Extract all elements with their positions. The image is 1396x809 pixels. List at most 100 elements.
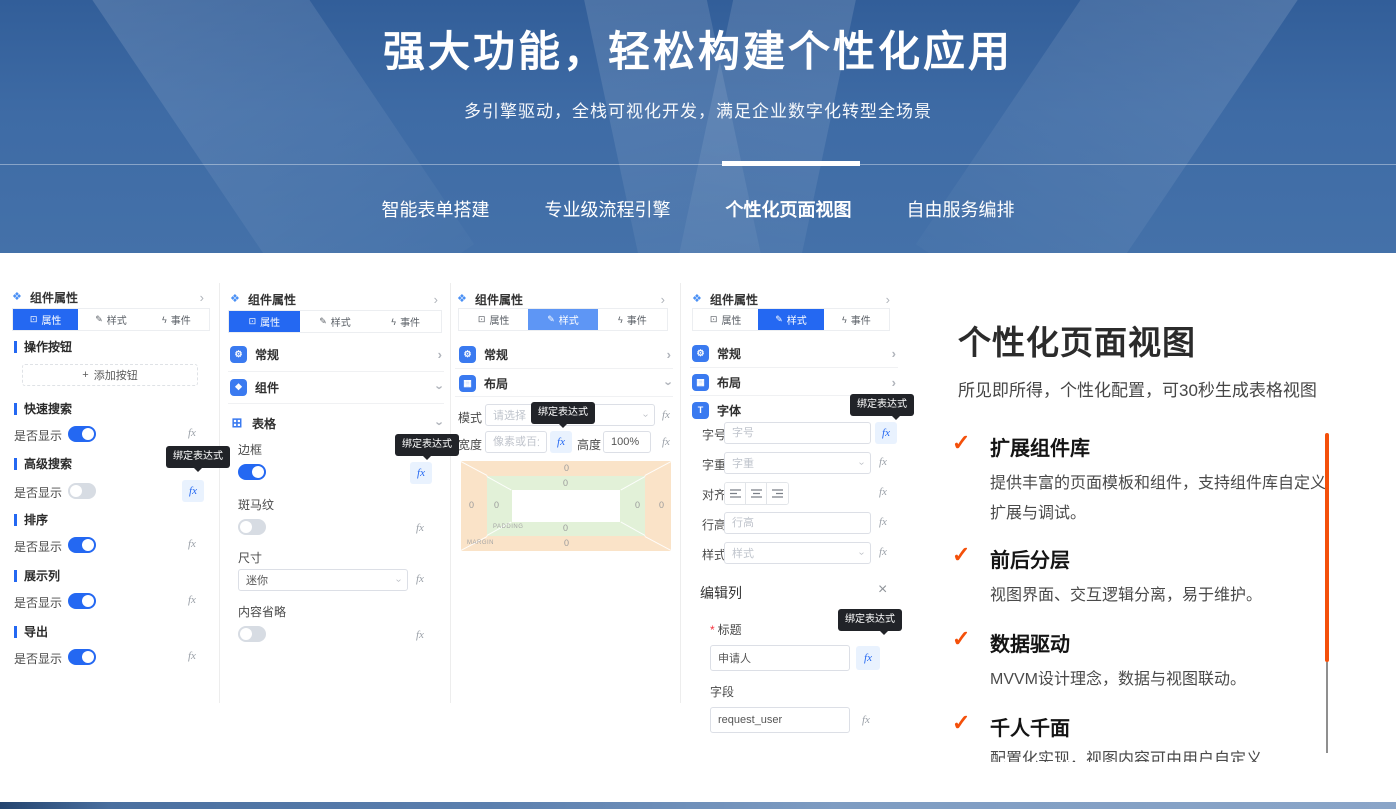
key-value-input[interactable] bbox=[710, 707, 850, 733]
panel-header: ❖ 组件属性 › bbox=[455, 291, 673, 307]
panel-title: 组件属性 bbox=[248, 291, 296, 308]
width-input[interactable] bbox=[485, 431, 547, 453]
fx-binding-button-active[interactable]: fx bbox=[875, 422, 897, 444]
check-icon: ✓ bbox=[952, 710, 970, 736]
section-general[interactable]: ⚙ 常规 › bbox=[459, 345, 671, 363]
font-size-input[interactable] bbox=[724, 422, 871, 444]
fx-binding-button-active[interactable]: fx bbox=[550, 431, 572, 453]
font-weight-select[interactable]: 字重 › bbox=[724, 452, 871, 474]
tab-smart-form[interactable]: 智能表单搭建 bbox=[382, 196, 490, 222]
fx-binding-icon[interactable]: fx bbox=[879, 516, 887, 528]
section-layout[interactable]: ▦ 布局 › bbox=[459, 374, 671, 392]
tab-event[interactable]: ϟ事件 bbox=[144, 309, 209, 330]
panel-title: 组件属性 bbox=[475, 291, 523, 308]
feature-title: 千人千面 bbox=[990, 712, 1327, 741]
fx-binding-button-active[interactable]: fx bbox=[182, 480, 204, 502]
fx-binding-icon[interactable]: fx bbox=[188, 650, 196, 662]
fx-binding-icon[interactable]: fx bbox=[416, 629, 424, 641]
component-icon: ❖ bbox=[457, 292, 467, 305]
section-general[interactable]: ⚙ 常规 › bbox=[692, 344, 896, 362]
fx-binding-icon[interactable]: fx bbox=[188, 594, 196, 606]
required-asterisk: * bbox=[710, 623, 715, 637]
chevron-down-icon: › bbox=[856, 551, 867, 554]
tab-event[interactable]: ϟ事件 bbox=[370, 311, 441, 332]
tab-properties[interactable]: ⊡属性 bbox=[13, 309, 78, 330]
fx-binding-icon[interactable]: fx bbox=[862, 714, 870, 726]
fx-binding-icon[interactable]: fx bbox=[662, 436, 670, 448]
fx-binding-icon[interactable]: fx bbox=[416, 522, 424, 534]
collapse-panel-icon[interactable]: › bbox=[434, 293, 438, 306]
fx-binding-icon[interactable]: fx bbox=[188, 538, 196, 550]
tab-style[interactable]: ✎样式 bbox=[78, 309, 143, 330]
section-widget[interactable]: ❖ 组件 › bbox=[230, 378, 442, 396]
binding-expression-tooltip: 绑定表达式 bbox=[838, 609, 902, 631]
display-columns-toggle[interactable] bbox=[68, 593, 96, 609]
close-icon[interactable]: × bbox=[878, 582, 887, 598]
section-table[interactable]: ⊞ 表格 › bbox=[230, 414, 442, 432]
tab-event[interactable]: ϟ事件 bbox=[824, 309, 889, 330]
size-label: 尺寸 bbox=[238, 549, 262, 566]
collapse-panel-icon[interactable]: › bbox=[661, 293, 665, 306]
align-left-button[interactable] bbox=[725, 483, 746, 504]
padding-bottom-value[interactable]: 0 bbox=[563, 523, 568, 533]
export-toggle[interactable] bbox=[68, 649, 96, 665]
tab-process-engine[interactable]: 专业级流程引擎 bbox=[545, 196, 671, 222]
diagonal-line bbox=[487, 476, 512, 490]
fx-binding-icon[interactable]: fx bbox=[879, 456, 887, 468]
align-right-button[interactable] bbox=[767, 483, 788, 504]
section-layout[interactable]: ▦ 布局 › bbox=[692, 373, 896, 391]
size-select[interactable]: 迷你 › bbox=[238, 569, 408, 591]
border-toggle[interactable] bbox=[238, 464, 266, 480]
tab-properties[interactable]: ⊡属性 bbox=[693, 309, 758, 330]
section-action-buttons: 操作按钮 bbox=[14, 338, 72, 355]
tab-event[interactable]: ϟ事件 bbox=[598, 309, 667, 330]
margin-left-value[interactable]: 0 bbox=[469, 500, 474, 510]
feature-desc: MVVM设计理念，数据与视图联动。 bbox=[990, 665, 1335, 695]
title-value-input[interactable] bbox=[710, 645, 850, 671]
properties-icon: ⊡ bbox=[249, 316, 257, 327]
margin-top-value[interactable]: 0 bbox=[564, 463, 569, 473]
tab-properties[interactable]: ⊡属性 bbox=[459, 309, 528, 330]
tab-service-orchestration[interactable]: 自由服务编排 bbox=[907, 196, 1015, 222]
fx-binding-icon[interactable]: fx bbox=[879, 546, 887, 558]
stripe-toggle[interactable] bbox=[238, 519, 266, 535]
check-icon: ✓ bbox=[952, 626, 970, 652]
padding-top-value[interactable]: 0 bbox=[563, 478, 568, 488]
ellipsis-toggle[interactable] bbox=[238, 626, 266, 642]
font-style-select[interactable]: 样式 › bbox=[724, 542, 871, 564]
margin-bottom-value[interactable]: 0 bbox=[564, 538, 569, 548]
panel-component-properties-4: ❖ 组件属性 › ⊡属性 ✎样式 ϟ事件 ⚙ 常规 › ▦ 布局 › T 字体 … bbox=[690, 283, 898, 753]
fx-binding-icon[interactable]: fx bbox=[879, 486, 887, 498]
padding-left-value[interactable]: 0 bbox=[494, 500, 499, 510]
margin-right-value[interactable]: 0 bbox=[659, 500, 664, 510]
fx-binding-button-active[interactable]: fx bbox=[856, 646, 880, 670]
tab-style[interactable]: ✎样式 bbox=[300, 311, 371, 332]
panel-header: ❖ 组件属性 › bbox=[10, 289, 210, 305]
visible-label: 是否显示 bbox=[14, 594, 62, 611]
line-height-input[interactable] bbox=[724, 512, 871, 534]
tab-style[interactable]: ✎样式 bbox=[528, 309, 597, 330]
feature-desc: 提供丰富的页面模板和组件，支持组件库自定义扩展与调试。 bbox=[990, 469, 1335, 529]
tab-page-view[interactable]: 个性化页面视图 bbox=[726, 196, 852, 222]
add-button[interactable]: +添加按钮 bbox=[22, 364, 198, 386]
height-input[interactable] bbox=[603, 431, 651, 453]
visible-label: 是否显示 bbox=[14, 650, 62, 667]
chevron-down-icon: › bbox=[433, 421, 446, 425]
sort-toggle[interactable] bbox=[68, 537, 96, 553]
event-icon: ϟ bbox=[618, 315, 623, 325]
align-center-button[interactable] bbox=[746, 483, 767, 504]
collapse-panel-icon[interactable]: › bbox=[200, 291, 204, 304]
fx-binding-button-active[interactable]: fx bbox=[410, 462, 432, 484]
tab-style[interactable]: ✎样式 bbox=[758, 309, 823, 330]
quick-search-toggle[interactable] bbox=[68, 426, 96, 442]
section-general[interactable]: ⚙ 常规 › bbox=[230, 345, 442, 363]
padding-right-value[interactable]: 0 bbox=[635, 500, 640, 510]
fx-binding-icon[interactable]: fx bbox=[662, 409, 670, 421]
collapse-panel-icon[interactable]: › bbox=[886, 293, 890, 306]
advanced-search-toggle[interactable] bbox=[68, 483, 96, 499]
fx-binding-icon[interactable]: fx bbox=[188, 427, 196, 439]
align-label: 对齐 bbox=[702, 486, 726, 503]
fx-binding-icon[interactable]: fx bbox=[416, 573, 424, 585]
properties-icon: ⊡ bbox=[710, 314, 718, 325]
tab-properties[interactable]: ⊡属性 bbox=[229, 311, 300, 332]
